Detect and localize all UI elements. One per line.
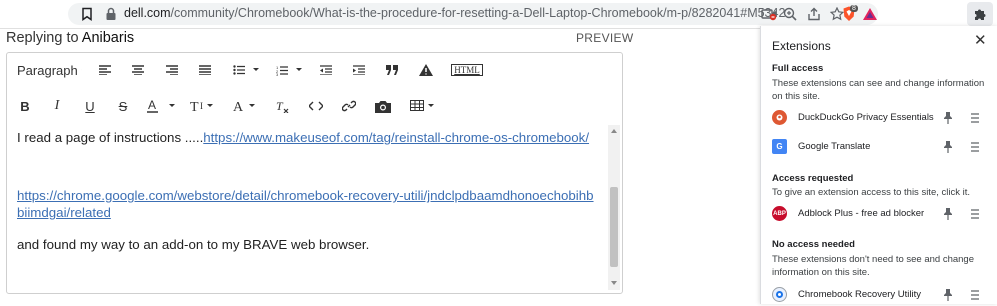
- brave-shields-icon[interactable]: 8: [838, 5, 860, 23]
- paragraph-2: https://chrome.google.com/webstore/detai…: [17, 187, 597, 221]
- pin-icon[interactable]: [943, 140, 953, 154]
- bullet-list-icon[interactable]: [231, 59, 261, 81]
- font-family-icon[interactable]: A: [232, 95, 260, 117]
- duckduckgo-icon: [772, 110, 787, 125]
- extension-name: Chromebook Recovery Utility: [798, 289, 921, 300]
- more-menu-icon[interactable]: [971, 209, 979, 219]
- more-menu-icon[interactable]: [971, 113, 979, 123]
- scroll-down-arrow-icon[interactable]: [611, 281, 617, 285]
- table-icon[interactable]: [409, 95, 437, 117]
- paragraph-3: and found my way to an add-on to my BRAV…: [17, 236, 369, 253]
- scroll-thumb[interactable]: [610, 187, 618, 267]
- align-center-icon[interactable]: [130, 59, 146, 81]
- url-domain: dell.com: [124, 6, 171, 20]
- paragraph-format-label: Paragraph: [17, 63, 78, 78]
- paragraph-1-text: I read a page of instructions .....: [17, 130, 203, 145]
- more-menu-icon[interactable]: [971, 290, 979, 300]
- adblock-plus-logo-text: ABP: [773, 211, 786, 217]
- lock-icon[interactable]: [105, 7, 117, 21]
- bookmark-icon[interactable]: [80, 7, 94, 21]
- align-right-icon[interactable]: [164, 59, 180, 81]
- html-label: HTML: [451, 64, 483, 76]
- camera-icon[interactable]: [374, 95, 392, 117]
- font-size-icon[interactable]: TI: [189, 95, 217, 117]
- chrome-webstore-link[interactable]: https://chrome.google.com/webstore/detai…: [17, 188, 594, 220]
- makeuseof-link[interactable]: https://www.makeuseof.com/tag/reinstall-…: [203, 130, 589, 145]
- extension-name: Adblock Plus - free ad blocker: [798, 208, 924, 219]
- extension-name: Google Translate: [798, 141, 870, 152]
- rich-text-editor: Paragraph 123 HTML B I U S A TI A: [6, 52, 623, 294]
- more-menu-icon[interactable]: [971, 142, 979, 152]
- extension-row-google-translate[interactable]: G Google Translate: [761, 136, 997, 158]
- adblock-plus-icon: ABP: [772, 206, 787, 221]
- extension-row-duckduckgo[interactable]: DuckDuckGo Privacy Essentials: [761, 107, 997, 129]
- extensions-button[interactable]: [967, 2, 993, 26]
- preview-button[interactable]: PREVIEW: [576, 31, 633, 45]
- extensions-panel-title: Extensions: [772, 39, 831, 53]
- chromebook-recovery-icon: [772, 287, 787, 302]
- pin-icon[interactable]: [943, 207, 953, 221]
- reply-heading-prefix: Replying to: [6, 30, 79, 46]
- puzzle-icon: [973, 7, 987, 21]
- svg-text:A: A: [148, 99, 156, 112]
- share-icon[interactable]: [805, 5, 823, 23]
- zoom-icon[interactable]: [781, 5, 799, 23]
- svg-text:T: T: [276, 99, 284, 113]
- italic-icon[interactable]: I: [49, 95, 65, 117]
- warning-icon[interactable]: [418, 59, 434, 81]
- brave-badge: 8: [850, 5, 858, 12]
- clear-formatting-icon[interactable]: T: [275, 95, 291, 117]
- extension-name: DuckDuckGo Privacy Essentials: [798, 112, 934, 123]
- close-icon[interactable]: ✕: [974, 31, 987, 49]
- svg-text:T: T: [190, 100, 199, 113]
- no-access-desc: These extensions don't need to see and c…: [772, 253, 987, 279]
- url-path: /community/Chromebook/What-is-the-proced…: [171, 6, 786, 20]
- outdent-icon[interactable]: [318, 59, 334, 81]
- google-translate-icon: G: [772, 139, 787, 154]
- blockquote-icon[interactable]: [384, 59, 400, 81]
- strikethrough-icon[interactable]: S: [115, 95, 131, 117]
- numbered-list-icon[interactable]: 123: [274, 59, 304, 81]
- pin-icon[interactable]: [943, 288, 953, 302]
- html-source-button[interactable]: HTML: [451, 59, 483, 81]
- link-icon[interactable]: [341, 95, 357, 117]
- extension-row-chromebook-recovery[interactable]: Chromebook Recovery Utility: [761, 284, 997, 306]
- bold-icon[interactable]: B: [17, 95, 33, 117]
- url-text[interactable]: dell.com/community/Chromebook/What-is-th…: [124, 6, 785, 20]
- reply-heading: Replying to Anibaris: [6, 30, 134, 46]
- paragraph-1: I read a page of instructions .....https…: [17, 129, 589, 146]
- align-justify-icon[interactable]: [197, 59, 213, 81]
- text-color-icon[interactable]: A: [146, 95, 178, 117]
- reply-username[interactable]: Anibaris: [82, 30, 134, 46]
- underline-icon[interactable]: U: [82, 95, 98, 117]
- svg-text:I: I: [200, 101, 203, 111]
- camera-blocked-icon[interactable]: [760, 5, 778, 23]
- indent-icon[interactable]: [351, 59, 367, 81]
- paragraph-format-dropdown[interactable]: Paragraph: [17, 59, 81, 81]
- align-left-icon[interactable]: [97, 59, 113, 81]
- full-access-desc: These extensions can see and change info…: [772, 77, 987, 103]
- full-access-title: Full access: [772, 63, 823, 74]
- access-requested-title: Access requested: [772, 173, 853, 184]
- svg-text:3: 3: [276, 72, 279, 76]
- browser-toolbar: dell.com/community/Chromebook/What-is-th…: [0, 0, 997, 29]
- code-icon[interactable]: [308, 95, 324, 117]
- pin-icon[interactable]: [943, 111, 953, 125]
- access-requested-desc: To give an extension access to this site…: [772, 186, 987, 199]
- extension-row-adblock-plus[interactable]: ABP Adblock Plus - free ad blocker: [761, 203, 997, 225]
- extensions-panel: Extensions ✕ Full access These extension…: [760, 26, 997, 304]
- scroll-up-arrow-icon[interactable]: [611, 129, 617, 133]
- editor-scrollbar[interactable]: [608, 125, 620, 290]
- no-access-title: No access needed: [772, 239, 855, 250]
- brave-rewards-icon[interactable]: [861, 5, 879, 23]
- svg-text:A: A: [233, 100, 244, 113]
